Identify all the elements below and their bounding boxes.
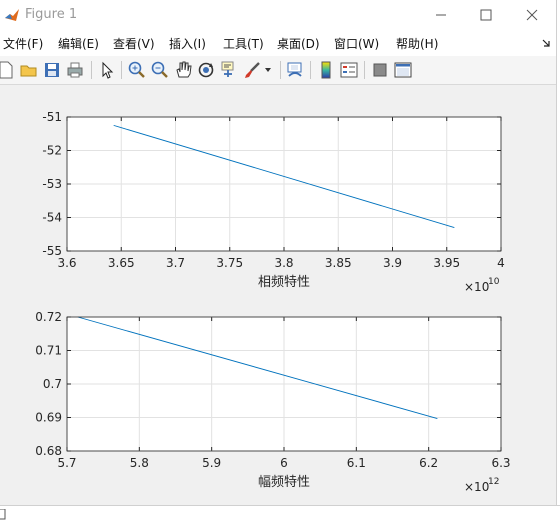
minimize-button[interactable] bbox=[431, 5, 451, 25]
x-axis-label: 相频特性 bbox=[258, 275, 310, 290]
toolbar-separator bbox=[91, 61, 92, 79]
y-tick-label: 0.72 bbox=[35, 310, 62, 324]
show-plot-tools-icon[interactable] bbox=[393, 60, 413, 80]
y-tick-label: 0.69 bbox=[35, 411, 62, 425]
x-tick-label: 3.75 bbox=[216, 256, 243, 270]
x-tick-label: 3.9 bbox=[383, 256, 402, 270]
toolbar-separator bbox=[280, 61, 281, 79]
x-tick-label: 5.8 bbox=[130, 456, 149, 470]
minimize-icon bbox=[436, 14, 446, 16]
x-tick-label: 3.8 bbox=[274, 256, 293, 270]
x-tick-label: 3.6 bbox=[57, 256, 76, 270]
close-icon bbox=[526, 9, 538, 21]
pan-hand-icon[interactable] bbox=[173, 60, 193, 80]
x-tick-label: 3.65 bbox=[108, 256, 135, 270]
rotate-3d-icon[interactable] bbox=[196, 60, 216, 80]
x-exponent-value: 10 bbox=[488, 277, 500, 287]
print-icon[interactable] bbox=[65, 60, 85, 80]
plot-svg: 3.6 3.65 3.7 3.75 3.8 3.85 3.9 3.95 4 -51 -52 -53 -5… bbox=[35, 110, 510, 494]
menu-view[interactable]: 查看(V) bbox=[113, 35, 155, 52]
toolbar-separator bbox=[310, 61, 311, 79]
x-axis-label: 幅频特性 bbox=[258, 475, 310, 490]
menu-desktop[interactable]: 桌面(D) bbox=[277, 35, 320, 52]
status-bar bbox=[0, 505, 560, 526]
brush-icon[interactable] bbox=[242, 60, 262, 80]
hide-plot-tools-icon[interactable] bbox=[370, 60, 390, 80]
select-arrow-icon[interactable] bbox=[97, 60, 117, 80]
data-cursor-icon[interactable] bbox=[219, 60, 239, 80]
x-exponent-label: ×10 bbox=[464, 280, 489, 294]
zoom-out-icon[interactable] bbox=[150, 60, 170, 80]
link-plot-icon[interactable] bbox=[285, 60, 305, 80]
matlab-logo-icon bbox=[4, 7, 20, 23]
y-tick-label: -54 bbox=[42, 211, 62, 225]
close-button[interactable] bbox=[522, 5, 542, 25]
menu-tools[interactable]: 工具(T) bbox=[223, 35, 264, 52]
chevron-down-icon[interactable] bbox=[265, 68, 273, 74]
menu-insert[interactable]: 插入(I) bbox=[169, 35, 206, 52]
x-tick-label: 3.95 bbox=[433, 256, 460, 270]
x-tick-label: 6.1 bbox=[347, 456, 366, 470]
zoom-in-icon[interactable] bbox=[127, 60, 147, 80]
figure-canvas: 3.6 3.65 3.7 3.75 3.8 3.85 3.9 3.95 4 -51 -52 -53 -5… bbox=[0, 85, 556, 505]
save-icon[interactable] bbox=[42, 60, 62, 80]
x-exponent-value: 12 bbox=[488, 477, 499, 487]
toolbar bbox=[0, 56, 560, 85]
x-tick-label: 6.2 bbox=[419, 456, 438, 470]
x-tick-label: 4 bbox=[497, 256, 505, 270]
x-tick-label: 6 bbox=[280, 456, 288, 470]
menu-help[interactable]: 帮助(H) bbox=[396, 35, 438, 52]
toolbar-separator bbox=[364, 61, 365, 79]
x-tick-label: 3.85 bbox=[325, 256, 352, 270]
y-tick-label: 0.7 bbox=[43, 377, 62, 391]
y-tick-label: 0.68 bbox=[35, 444, 62, 458]
y-tick-label: 0.71 bbox=[35, 344, 62, 358]
y-tick-label: -53 bbox=[42, 177, 62, 191]
maximize-icon bbox=[480, 9, 492, 21]
legend-icon[interactable] bbox=[339, 60, 359, 80]
colorbar-icon[interactable] bbox=[316, 60, 336, 80]
new-figure-icon[interactable] bbox=[0, 60, 16, 80]
toolbar-separator bbox=[121, 61, 122, 79]
menu-file[interactable]: 文件(F) bbox=[3, 35, 43, 52]
menu-edit[interactable]: 编辑(E) bbox=[58, 35, 99, 52]
window-title: Figure 1 bbox=[25, 7, 78, 22]
maximize-button[interactable] bbox=[476, 5, 496, 25]
y-tick-label: -52 bbox=[42, 144, 62, 158]
x-tick-label: 5.7 bbox=[57, 456, 76, 470]
x-tick-label: 3.7 bbox=[166, 256, 185, 270]
y-tick-label: -55 bbox=[42, 244, 62, 258]
open-file-icon[interactable] bbox=[19, 60, 39, 80]
title-bar: Figure 1 bbox=[0, 0, 560, 30]
menu-window[interactable]: 窗口(W) bbox=[334, 35, 379, 52]
x-tick-label: 5.9 bbox=[202, 456, 221, 470]
page-icon bbox=[0, 509, 6, 520]
dock-arrow-icon[interactable] bbox=[541, 38, 551, 48]
x-exponent-label: ×10 bbox=[464, 480, 489, 494]
window-right-edge bbox=[556, 0, 560, 525]
x-tick-label: 6.3 bbox=[491, 456, 510, 470]
y-tick-label: -51 bbox=[42, 110, 62, 124]
menu-bar: 文件(F) 编辑(E) 查看(V) 插入(I) 工具(T) 桌面(D) 窗口(W… bbox=[0, 30, 560, 56]
